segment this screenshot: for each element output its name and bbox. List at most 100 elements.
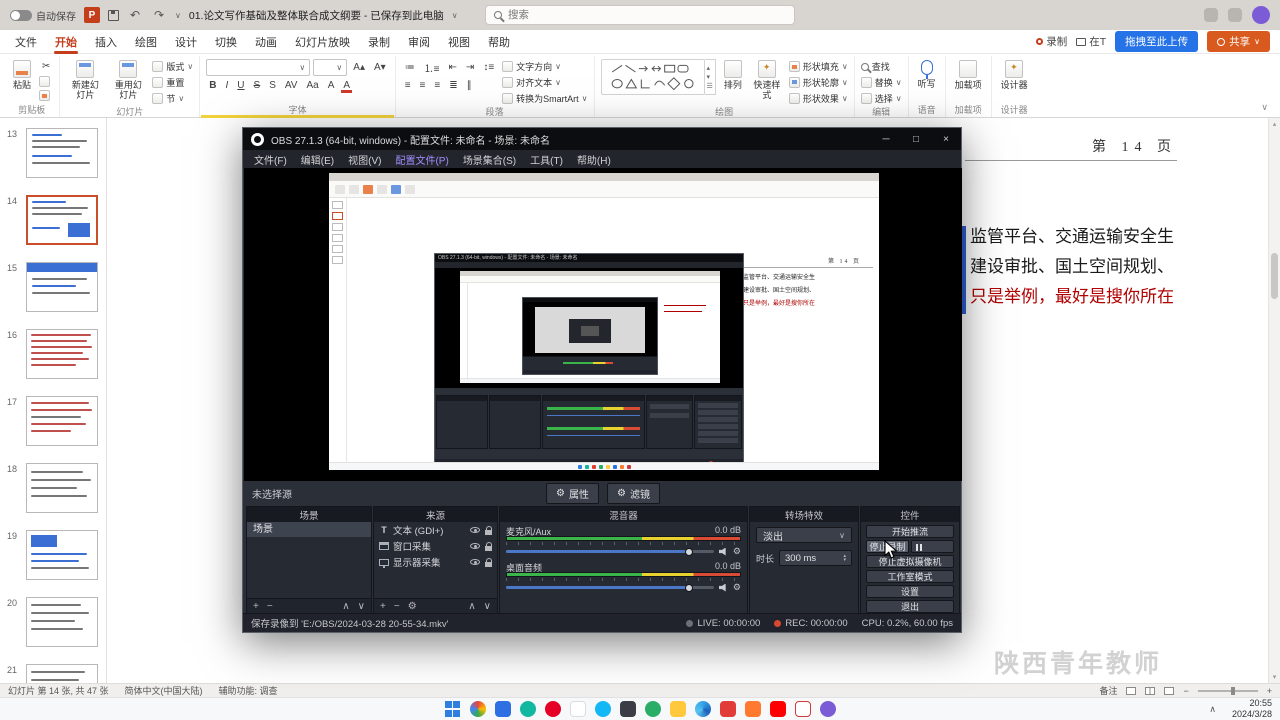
taskbar-clock[interactable]: 20:55 2024/3/28 <box>1232 698 1272 720</box>
convert-smartart-button[interactable]: 转换为SmartArt ∨ <box>502 92 588 105</box>
menu-edit[interactable]: 编辑(E) <box>294 150 341 169</box>
duration-input[interactable]: 300 ms ▴ ▾ <box>779 550 852 566</box>
app-icon-4[interactable] <box>569 701 586 717</box>
align-left-icon[interactable]: ≡ <box>402 79 414 92</box>
app-icon-2[interactable] <box>519 701 536 717</box>
channel-gear-icon[interactable]: ⚙ <box>733 582 741 593</box>
lock-icon[interactable] <box>485 541 492 551</box>
normal-view-icon[interactable] <box>1126 686 1137 695</box>
remove-source-icon[interactable]: − <box>394 601 400 612</box>
app-icon-8[interactable] <box>669 701 686 717</box>
volume-slider-knob[interactable] <box>684 583 693 592</box>
increase-indent-icon[interactable]: ⇥ <box>463 61 477 74</box>
source-list-item[interactable]: 窗口采集 <box>374 538 497 554</box>
zoom-slider[interactable] <box>1197 686 1258 695</box>
upload-button[interactable]: 拖拽至此上传 <box>1115 31 1199 52</box>
app-icon-12[interactable] <box>769 701 786 717</box>
search-input[interactable] <box>485 5 795 25</box>
close-button[interactable]: × <box>931 128 961 150</box>
undo-icon[interactable]: ↶ <box>127 8 143 22</box>
slide-thumbnail[interactable]: 18 <box>7 463 98 513</box>
text-shadow-button[interactable]: S <box>266 79 279 92</box>
app-icon-10[interactable] <box>719 701 736 717</box>
save-icon[interactable] <box>108 9 119 21</box>
find-button[interactable]: 查找 <box>860 60 902 73</box>
transition-select[interactable]: 淡出 ∨ <box>756 527 852 543</box>
taskbar-overflow-icon[interactable]: ∧ <box>1209 704 1216 715</box>
menu-tools[interactable]: 工具(T) <box>523 150 570 169</box>
format-painter-icon[interactable] <box>39 90 51 101</box>
paste-button[interactable]: 粘贴 <box>10 59 34 91</box>
slide-thumbnail[interactable]: 20 <box>7 597 98 647</box>
section-button[interactable]: 节 ∨ <box>152 92 193 105</box>
filters-button[interactable]: ⚙ 滤镜 <box>607 483 660 504</box>
bullets-icon[interactable]: ≔ <box>402 61 418 74</box>
account-avatar[interactable] <box>1252 6 1270 24</box>
reuse-slides-button[interactable]: 重用幻灯片 <box>109 59 147 102</box>
document-title[interactable]: 01.论文写作基础及整体联合成文纲要 - 已保存到此电脑 <box>189 8 444 23</box>
quick-styles-button[interactable]: 快速样式 <box>750 59 784 102</box>
tab-record[interactable]: 录制 <box>359 30 399 54</box>
change-case-button[interactable]: Aa <box>303 79 321 92</box>
align-center-icon[interactable]: ≡ <box>417 79 429 92</box>
add-scene-icon[interactable]: + <box>253 601 259 612</box>
slide-sorter-view-icon[interactable] <box>1145 686 1156 695</box>
app-icon-5[interactable] <box>594 701 611 717</box>
gallery-up-icon[interactable]: ▴ <box>707 64 713 72</box>
bold-button[interactable]: B <box>206 79 219 92</box>
font-size-combobox[interactable]: ∨ <box>313 59 348 76</box>
present-button[interactable]: 在T <box>1076 34 1106 49</box>
search-field[interactable] <box>508 9 728 21</box>
lock-icon[interactable] <box>485 525 492 535</box>
titlebar-icon[interactable] <box>1204 8 1218 22</box>
share-button[interactable]: 共享 ∨ <box>1207 31 1270 52</box>
studio-mode-button[interactable]: 工作室模式 <box>866 570 954 583</box>
tab-file[interactable]: 文件 <box>6 30 46 54</box>
align-text-button[interactable]: 对齐文本 ∨ <box>502 76 587 89</box>
tab-help[interactable]: 帮助 <box>479 30 519 54</box>
gallery-more-icon[interactable]: ☰ <box>707 82 713 90</box>
collapse-ribbon-icon[interactable]: ∨ <box>1261 102 1276 117</box>
layout-button[interactable]: 版式 ∨ <box>152 60 193 73</box>
app-icon-7[interactable] <box>644 701 661 717</box>
visibility-eye-icon[interactable] <box>470 527 480 533</box>
minimize-button[interactable]: ─ <box>871 128 901 150</box>
cut-icon[interactable]: ✂ <box>39 60 53 73</box>
slide-thumbnail[interactable]: 13 <box>7 128 98 178</box>
app-icon-1[interactable] <box>494 701 511 717</box>
addins-button[interactable]: 加载项 <box>952 59 985 91</box>
redo-icon[interactable]: ↷ <box>151 8 167 22</box>
volume-slider[interactable] <box>506 547 714 556</box>
select-button[interactable]: 选择 ∨ <box>860 92 902 105</box>
gallery-down-icon[interactable]: ▾ <box>707 73 713 81</box>
scrollbar-thumb[interactable] <box>1271 253 1278 299</box>
notes-button[interactable]: 备注 <box>1099 684 1117 697</box>
move-scene-up-icon[interactable]: ∧ <box>342 601 349 612</box>
replace-button[interactable]: 替换 ∨ <box>860 76 902 89</box>
menu-profile[interactable]: 配置文件(P) <box>388 150 455 169</box>
slide-thumbnail[interactable]: 19 <box>7 530 98 580</box>
stop-virtual-camera-button[interactable]: 停止虚拟摄像机 <box>866 555 954 568</box>
app-icon-3[interactable] <box>544 701 561 717</box>
remove-scene-icon[interactable]: − <box>267 601 273 612</box>
record-button[interactable]: 录制 <box>1036 34 1067 49</box>
duration-spinner[interactable]: ▴ ▾ <box>843 553 846 563</box>
mixer-dock-title[interactable]: 混音器 <box>500 507 747 522</box>
transitions-dock-title[interactable]: 转场特效 <box>750 507 858 522</box>
tab-insert[interactable]: 插入 <box>86 30 126 54</box>
app-icon-13[interactable] <box>794 701 811 717</box>
document-title-chevron-icon[interactable]: ∨ <box>452 11 458 20</box>
exit-button[interactable]: 退出 <box>866 600 954 613</box>
character-spacing-button[interactable]: AV <box>282 79 301 92</box>
autosave-toggle[interactable]: 自动保存 <box>10 8 76 23</box>
quick-access-chevron-icon[interactable]: ∨ <box>175 11 181 20</box>
tab-view[interactable]: 视图 <box>439 30 479 54</box>
start-button[interactable] <box>444 701 461 717</box>
scroll-up-icon[interactable]: ▴ <box>1269 120 1280 128</box>
menu-file[interactable]: 文件(F) <box>247 150 294 169</box>
slide-thumbnail[interactable]: 21 <box>7 664 98 683</box>
scenes-dock-title[interactable]: 场景 <box>247 507 371 522</box>
source-properties-icon[interactable]: ⚙ <box>408 601 417 612</box>
slide-thumbnail[interactable]: 15 <box>7 262 98 312</box>
move-scene-down-icon[interactable]: ∨ <box>358 601 365 612</box>
